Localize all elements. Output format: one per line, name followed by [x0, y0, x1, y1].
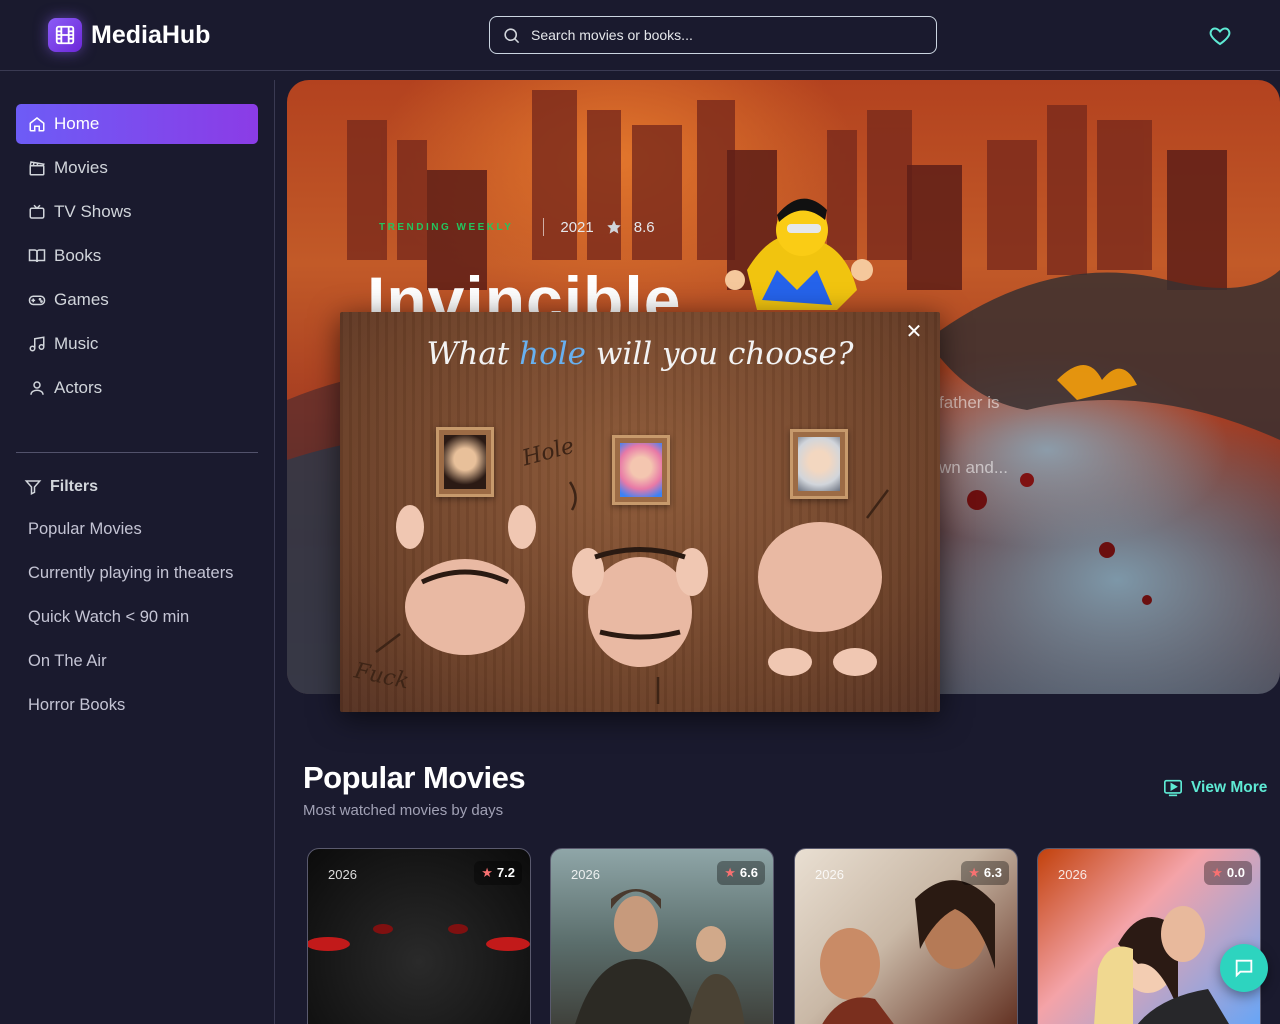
filter-quick-watch[interactable]: Quick Watch < 90 min — [28, 608, 189, 627]
favorites-heart-icon[interactable] — [1208, 24, 1232, 48]
star-icon: ★ — [481, 865, 493, 880]
clapperboard-icon — [29, 161, 45, 176]
filters-heading: Filters — [24, 478, 98, 496]
sidebar-item-label: Movies — [54, 158, 108, 177]
card-rating: ★ 6.6 — [717, 861, 765, 885]
sidebar-item-label: Home — [54, 114, 100, 133]
star-icon: ★ — [724, 865, 736, 880]
sidebar-item-label: Games — [54, 290, 109, 309]
book-icon — [28, 249, 46, 263]
star-icon: ★ — [1211, 865, 1223, 880]
filter-popular-movies[interactable]: Popular Movies — [28, 520, 142, 539]
search-icon — [504, 27, 520, 43]
movie-card[interactable]: 2026 ★ 0.0 — [1037, 848, 1261, 1024]
play-square-icon — [1164, 779, 1182, 797]
sidebar-item-label: Books — [54, 246, 102, 265]
card-rating: ★ 7.2 — [474, 861, 522, 885]
hero-description-line: wn and... — [939, 458, 1008, 477]
card-rating-value: 6.3 — [983, 865, 1002, 880]
ad-popup[interactable]: What hole will you choose? ✕ Hole Fuck — [340, 312, 940, 712]
sidebar-item-actors[interactable]: Actors — [16, 368, 258, 408]
top-header: MediaHub — [0, 0, 1280, 71]
logo[interactable]: MediaHub — [48, 18, 210, 52]
movie-card[interactable]: 2026 ★ 7.2 — [307, 848, 531, 1024]
sidebar-item-music[interactable]: Music — [16, 324, 258, 364]
sidebar-item-books[interactable]: Books — [16, 236, 258, 276]
filter-icon — [24, 480, 42, 495]
card-rating: ★ 0.0 — [1204, 861, 1252, 885]
search-bar[interactable] — [489, 16, 937, 54]
film-logo-icon — [48, 18, 82, 52]
ad-illustration — [375, 481, 889, 704]
sidebar-item-games[interactable]: Games — [16, 280, 258, 320]
chat-button[interactable] — [1220, 944, 1268, 992]
section-subtitle: Most watched movies by days — [303, 802, 504, 819]
filter-now-playing[interactable]: Currently playing in theaters — [28, 564, 233, 583]
gamepad-icon — [28, 295, 46, 306]
hero-meta: TRENDING WEEKLY 2021 8.6 — [379, 218, 655, 236]
sidebar-divider — [16, 452, 258, 453]
user-icon — [30, 381, 44, 395]
card-rating: ★ 6.3 — [961, 861, 1009, 885]
logo-text: MediaHub — [91, 20, 211, 49]
filters-title: Filters — [50, 478, 99, 495]
sidebar-item-tv-shows[interactable]: TV Shows — [16, 192, 258, 232]
movie-card[interactable]: 2026 ★ 6.3 — [794, 848, 1018, 1024]
sidebar-item-label: Actors — [54, 378, 103, 397]
hero-description: father is wn and... — [939, 370, 1239, 500]
sidebar-item-movies[interactable]: Movies — [16, 148, 258, 188]
view-more-link[interactable]: View More — [1163, 779, 1267, 797]
filter-horror-books[interactable]: Horror Books — [28, 696, 125, 715]
view-more-label: View More — [1191, 779, 1268, 796]
sidebar: Home Movies TV Shows Books Games Music A… — [0, 80, 275, 1024]
trending-badge: TRENDING WEEKLY — [379, 221, 514, 233]
card-year: 2026 — [328, 867, 357, 882]
sidebar-item-label: Music — [54, 334, 99, 353]
chat-bubble-icon — [1235, 959, 1253, 978]
hero-description-line: father is — [939, 393, 1000, 412]
search-input[interactable] — [531, 27, 911, 43]
card-rating-value: 7.2 — [496, 865, 515, 880]
card-year: 2026 — [815, 867, 844, 882]
card-rating-value: 6.6 — [739, 865, 758, 880]
section-title: Popular Movies — [303, 760, 526, 795]
filter-on-the-air[interactable]: On The Air — [28, 652, 107, 671]
meta-divider — [543, 218, 545, 236]
hero-rating: 8.6 — [633, 218, 655, 236]
star-icon — [607, 220, 621, 234]
sidebar-item-label: TV Shows — [54, 202, 132, 221]
movie-card[interactable]: 2026 ★ 6.6 — [550, 848, 774, 1024]
home-icon — [29, 117, 45, 132]
card-year: 2026 — [1058, 867, 1087, 882]
hero-year: 2021 — [560, 218, 594, 236]
music-icon — [29, 336, 45, 352]
sidebar-item-home[interactable]: Home — [16, 104, 258, 144]
card-year: 2026 — [571, 867, 600, 882]
tv-icon — [29, 204, 45, 219]
card-rating-value: 0.0 — [1226, 865, 1245, 880]
star-icon: ★ — [968, 865, 980, 880]
